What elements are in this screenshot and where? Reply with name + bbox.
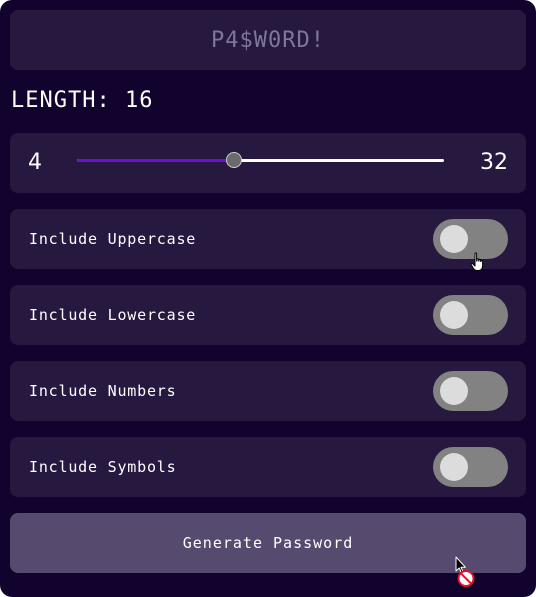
toggle-knob — [440, 453, 468, 481]
slider-thumb[interactable] — [226, 152, 243, 168]
toggle-knob — [440, 377, 468, 405]
slider-min-label: 4 — [28, 150, 42, 175]
length-slider[interactable] — [77, 152, 444, 168]
uppercase-toggle[interactable] — [433, 219, 508, 259]
option-label: Include Numbers — [29, 382, 177, 400]
password-display: P4$W0RD! — [10, 10, 526, 70]
option-lowercase: Include Lowercase — [10, 285, 526, 345]
option-symbols: Include Symbols — [10, 437, 526, 497]
length-label: LENGTH: 16 — [11, 88, 154, 113]
slider-max-label: 32 — [480, 150, 508, 175]
toggle-knob — [440, 301, 468, 329]
generate-password-button[interactable]: Generate Password — [10, 513, 526, 573]
length-slider-panel: 4 32 — [10, 133, 526, 193]
numbers-toggle[interactable] — [433, 371, 508, 411]
option-label: Include Symbols — [29, 458, 177, 476]
toggle-knob — [440, 225, 468, 253]
lowercase-toggle[interactable] — [433, 295, 508, 335]
option-label: Include Lowercase — [29, 306, 197, 324]
option-uppercase: Include Uppercase — [10, 209, 526, 269]
option-label: Include Uppercase — [29, 230, 197, 248]
option-numbers: Include Numbers — [10, 361, 526, 421]
slider-fill — [77, 159, 235, 162]
symbols-toggle[interactable] — [433, 447, 508, 487]
password-generator: P4$W0RD! LENGTH: 16 4 32 Include Upperca… — [0, 0, 536, 597]
password-text: P4$W0RD! — [211, 27, 325, 53]
